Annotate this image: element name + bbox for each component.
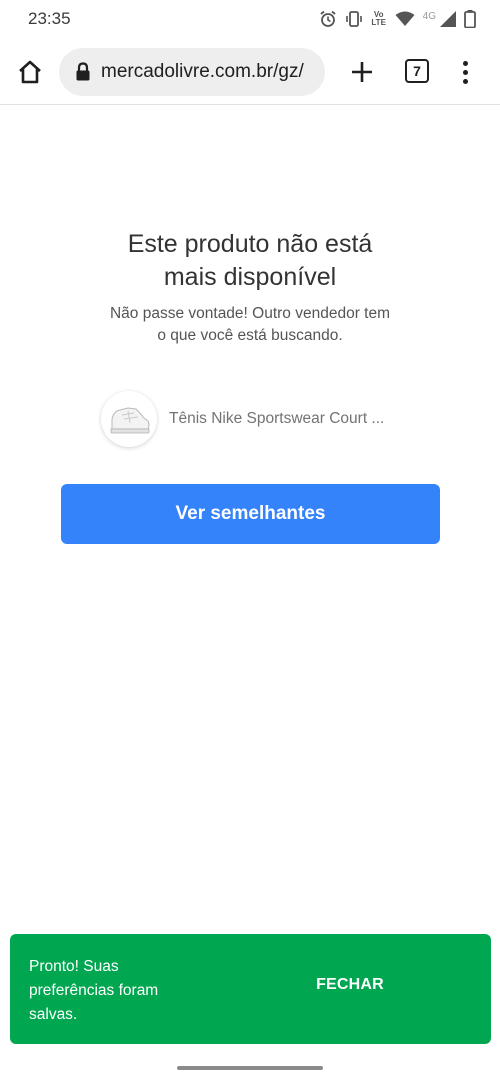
home-button[interactable] xyxy=(14,56,46,88)
menu-dot xyxy=(462,60,468,66)
snackbar-line-2: preferências foram xyxy=(29,982,159,999)
title-line-1: Este produto não está xyxy=(127,230,373,258)
see-similar-button[interactable]: Ver semelhantes xyxy=(61,484,440,544)
snackbar-line-1: Pronto! Suas xyxy=(29,958,119,975)
lock-icon xyxy=(76,62,90,81)
menu-dot xyxy=(462,69,468,75)
subtitle-line-2: o que você está buscando. xyxy=(157,327,343,344)
gesture-bar[interactable] xyxy=(177,1066,323,1070)
status-icons: Vo LTE 4G xyxy=(319,10,476,28)
sneaker-image xyxy=(110,407,150,434)
new-tab-button[interactable] xyxy=(346,56,378,88)
product-row: Tênis Nike Sportswear Court ... xyxy=(101,390,401,448)
network-label: 4G xyxy=(422,10,436,22)
close-snackbar-button[interactable]: FECHAR xyxy=(290,976,410,994)
volte-icon: Vo LTE xyxy=(371,10,386,27)
menu-dot xyxy=(462,78,468,84)
home-icon xyxy=(19,60,41,84)
battery-icon xyxy=(464,10,476,28)
browser-toolbar: mercadolivre.com.br/gz/ 7 xyxy=(0,38,500,105)
status-time: 23:35 xyxy=(28,9,71,28)
url-text: mercadolivre.com.br/gz/ xyxy=(101,61,304,82)
title-line-2: mais disponível xyxy=(163,263,337,291)
plus-icon xyxy=(352,62,372,82)
product-name[interactable]: Tênis Nike Sportswear Court ... xyxy=(169,410,384,428)
vibrate-icon xyxy=(345,11,362,27)
subtitle-line-1: Não passe vontade! Outro vendedor tem xyxy=(109,305,391,322)
alarm-icon xyxy=(320,10,336,27)
snackbar: Pronto! Suas preferências foram salvas. … xyxy=(10,934,491,1044)
signal-icon xyxy=(440,11,456,27)
status-bar: 23:35 Vo LTE 4G xyxy=(0,0,500,38)
page-title: Este produto não está mais disponível xyxy=(0,228,500,294)
page-subtitle: Não passe vontade! Outro vendedor tem o … xyxy=(0,303,500,347)
product-thumbnail xyxy=(101,391,157,447)
url-bar[interactable]: mercadolivre.com.br/gz/ xyxy=(59,48,325,96)
more-vert-icon[interactable] xyxy=(455,56,475,88)
snackbar-line-3: salvas. xyxy=(29,1006,78,1023)
tab-switcher-button[interactable]: 7 xyxy=(405,59,429,83)
wifi-icon xyxy=(395,11,415,26)
snackbar-message: Pronto! Suas preferências foram salvas. xyxy=(29,955,189,1027)
